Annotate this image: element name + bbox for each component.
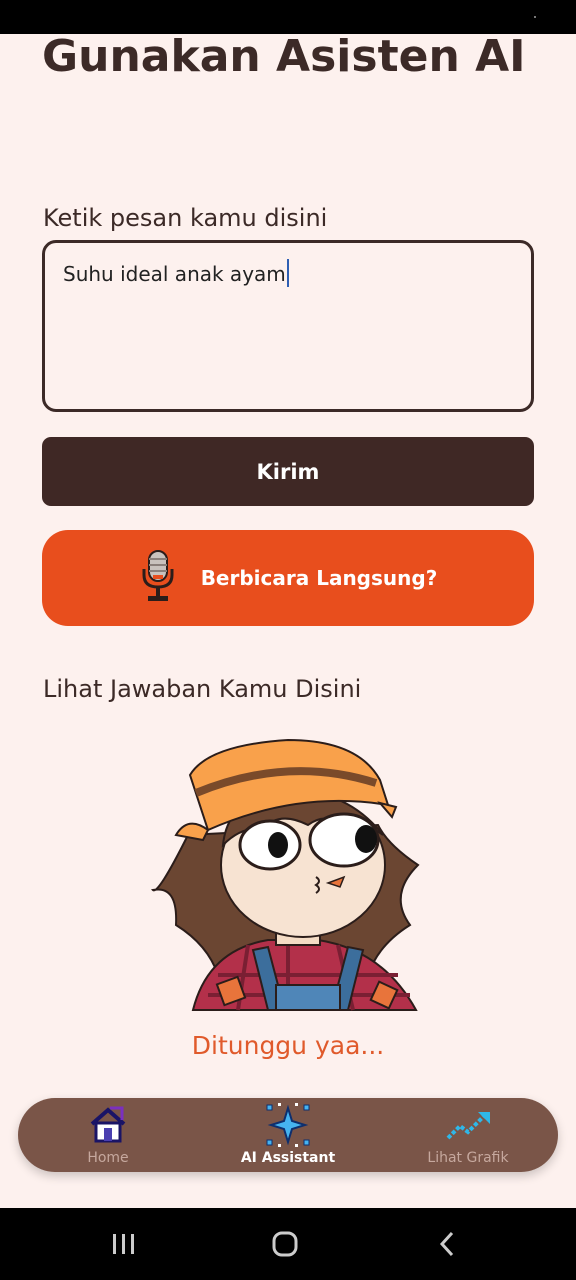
status-indicator xyxy=(534,16,536,18)
nav-label-home: Home xyxy=(87,1150,129,1166)
microphone-icon xyxy=(139,549,177,607)
recent-apps-icon[interactable] xyxy=(104,1228,144,1260)
nav-item-ai-assistant[interactable]: AI Assistant xyxy=(208,1102,368,1168)
chart-trend-icon xyxy=(444,1102,492,1148)
sparkle-icon xyxy=(264,1102,312,1148)
text-caret xyxy=(286,259,289,287)
send-button[interactable]: Kirim xyxy=(42,437,534,506)
nav-label-ai-assistant: AI Assistant xyxy=(240,1150,336,1166)
answer-label: Lihat Jawaban Kamu Disini xyxy=(43,675,362,703)
home-icon xyxy=(84,1102,132,1148)
nav-item-lihat-grafik[interactable]: Lihat Grafik xyxy=(388,1102,548,1168)
voice-button-label: Berbicara Langsung? xyxy=(200,566,438,590)
farmer-mascot-illustration xyxy=(148,735,428,1015)
nav-item-home[interactable]: Home xyxy=(28,1102,188,1168)
message-input-value: Suhu ideal anak ayam xyxy=(63,262,286,286)
input-label: Ketik pesan kamu disini xyxy=(43,204,328,232)
message-input[interactable]: Suhu ideal anak ayam xyxy=(42,240,534,412)
system-navigation-bar xyxy=(0,1208,576,1280)
voice-button[interactable]: Berbicara Langsung? xyxy=(42,530,534,626)
home-button-icon[interactable] xyxy=(265,1228,305,1260)
waiting-status-text: Ditunggu yaa... xyxy=(191,1031,385,1060)
page-title: Gunakan Asisten AI xyxy=(42,31,526,82)
nav-label-lihat-grafik: Lihat Grafik xyxy=(427,1150,509,1166)
status-bar xyxy=(0,0,576,34)
bottom-navigation: Home AI Assistant Lihat Grafik xyxy=(18,1098,558,1172)
back-icon[interactable] xyxy=(428,1228,468,1260)
